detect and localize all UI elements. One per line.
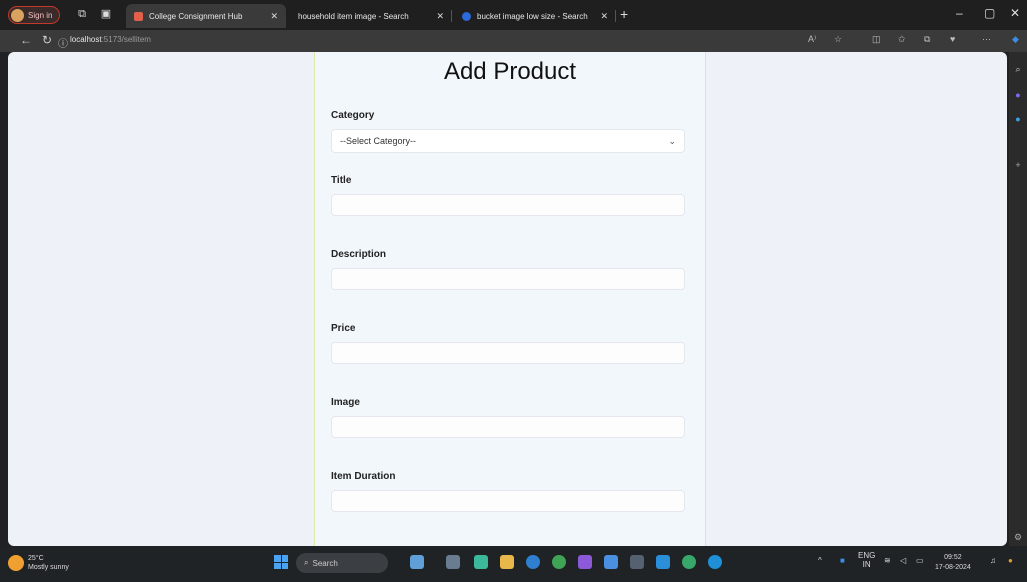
- close-window-button[interactable]: ✕: [1010, 6, 1020, 20]
- start-button[interactable]: [274, 555, 288, 569]
- battery-icon[interactable]: ▭: [916, 556, 924, 565]
- notification-bell-icon[interactable]: ♫: [990, 556, 996, 565]
- weather-icon: [8, 555, 24, 571]
- more-menu-icon[interactable]: ⋯: [982, 34, 991, 45]
- extensions-icon[interactable]: ♥: [950, 34, 955, 44]
- copilot-sidebar-icon[interactable]: ●: [1013, 90, 1023, 100]
- url-host: localhost: [70, 35, 102, 44]
- tab-title: household item image - Search: [298, 11, 409, 21]
- description-input[interactable]: [331, 268, 685, 290]
- tab-college-consignment-hub[interactable]: College Consignment Hub ✕: [126, 4, 286, 28]
- price-label: Price: [331, 323, 356, 334]
- profile-label: Sign in: [28, 10, 53, 20]
- weather-text: Mostly sunny: [28, 564, 69, 571]
- search-icon: ⌕: [304, 558, 309, 567]
- outlook-icon[interactable]: ●: [1013, 114, 1023, 124]
- clock-time: 09:52: [944, 554, 962, 561]
- heart-icon: [134, 11, 143, 21]
- url-field[interactable]: localhost:5173/sellitem: [70, 35, 151, 44]
- category-selected-value: --Select Category--: [340, 136, 417, 146]
- tab-bucket-search[interactable]: bucket image low size - Search ✕: [454, 4, 616, 28]
- vscode-icon[interactable]: [656, 555, 670, 569]
- title-label: Title: [331, 175, 352, 186]
- file-explorer-icon[interactable]: [500, 555, 514, 569]
- clock-date: 17-08-2024: [935, 564, 971, 571]
- item-duration-input[interactable]: [331, 490, 685, 512]
- browser-sidebar: ⌕ ● ● + ⚙: [1009, 52, 1027, 546]
- add-sidebar-icon[interactable]: +: [1013, 160, 1023, 170]
- weather-temp: 25°C: [28, 555, 44, 562]
- region-code: IN: [862, 560, 871, 569]
- task-view-icon[interactable]: [446, 555, 460, 569]
- tab-title: bucket image low size - Search: [477, 11, 588, 21]
- maximize-button[interactable]: ▢: [984, 6, 995, 20]
- description-label: Description: [331, 249, 387, 260]
- app-icon[interactable]: [682, 555, 696, 569]
- language-code: ENG: [858, 551, 876, 560]
- taskbar: 25°C Mostly sunny ⌕ Search ^ ■ ENG IN ≋ …: [0, 546, 1027, 582]
- profile-button[interactable]: Sign in: [8, 6, 60, 24]
- add-product-form: Add Product Category --Select Category--…: [314, 52, 706, 546]
- avatar: [11, 8, 24, 22]
- back-button[interactable]: ←: [20, 33, 32, 47]
- collections-icon[interactable]: ⧉: [924, 34, 930, 45]
- volume-icon[interactable]: ◁: [900, 556, 906, 565]
- chevron-up-icon[interactable]: ^: [818, 556, 822, 565]
- new-tab-button[interactable]: +: [620, 6, 628, 22]
- site-info-icon[interactable]: ⓘ: [58, 35, 68, 50]
- close-tab-icon[interactable]: ✕: [270, 11, 278, 22]
- category-label: Category: [331, 110, 375, 121]
- title-input[interactable]: [331, 194, 685, 216]
- minimize-button[interactable]: –: [956, 6, 963, 20]
- category-select[interactable]: --Select Category-- ⌄: [331, 129, 685, 153]
- close-tab-icon[interactable]: ✕: [600, 11, 608, 22]
- app-icon[interactable]: [552, 555, 566, 569]
- chrome-icon[interactable]: [526, 555, 540, 569]
- favorites-icon[interactable]: ✩: [898, 34, 906, 45]
- app-icon[interactable]: [604, 555, 618, 569]
- url-path: :5173/sellitem: [101, 35, 151, 44]
- image-input[interactable]: [331, 416, 685, 438]
- split-screen-icon[interactable]: ◫: [872, 34, 881, 45]
- image-label: Image: [331, 397, 360, 408]
- taskbar-search[interactable]: ⌕ Search: [296, 553, 388, 573]
- visual-studio-icon[interactable]: [578, 555, 592, 569]
- tab-household-search[interactable]: household item image - Search ✕: [290, 4, 452, 28]
- chevron-down-icon: ⌄: [668, 135, 676, 146]
- favorite-star-icon[interactable]: ☆: [834, 34, 842, 45]
- close-tab-icon[interactable]: ✕: [436, 11, 444, 22]
- edge-icon[interactable]: [708, 555, 722, 569]
- read-aloud-icon[interactable]: A⁾: [808, 34, 816, 45]
- tab-strip: Sign in ⧉ ▣ College Consignment Hub ✕ ho…: [0, 0, 1027, 30]
- widgets-icon[interactable]: [410, 555, 424, 569]
- clock[interactable]: 09:52 17-08-2024: [935, 553, 971, 573]
- wifi-icon[interactable]: ≋: [884, 556, 891, 565]
- address-bar: ← ↻ ⓘ localhost:5173/sellitem A⁾ ☆ ◫ ✩ ⧉…: [0, 30, 1027, 52]
- tab-title: College Consignment Hub: [149, 11, 243, 21]
- search-icon: [462, 11, 471, 21]
- item-duration-label: Item Duration: [331, 471, 396, 482]
- search-icon[interactable]: ⌕: [1013, 64, 1023, 74]
- weather-widget[interactable]: 25°C Mostly sunny: [8, 554, 69, 572]
- page-title: Add Product: [443, 58, 577, 85]
- settings-icon[interactable]: ⚙: [1013, 532, 1023, 542]
- taskbar-search-label: Search: [312, 558, 338, 568]
- terminal-icon[interactable]: [630, 555, 644, 569]
- language-indicator[interactable]: ENG IN: [858, 551, 875, 569]
- copilot-taskbar-icon[interactable]: ●: [1008, 556, 1013, 565]
- copilot-app-icon[interactable]: [474, 555, 488, 569]
- price-input[interactable]: [331, 342, 685, 364]
- tab-actions-icon[interactable]: ▣: [100, 8, 112, 20]
- copilot-icon[interactable]: ◆: [1012, 34, 1019, 45]
- workspaces-icon[interactable]: ⧉: [76, 8, 88, 20]
- tray-app-icon[interactable]: ■: [840, 556, 845, 565]
- reload-button[interactable]: ↻: [42, 33, 52, 47]
- page-viewport: Add Product Category --Select Category--…: [8, 52, 1007, 546]
